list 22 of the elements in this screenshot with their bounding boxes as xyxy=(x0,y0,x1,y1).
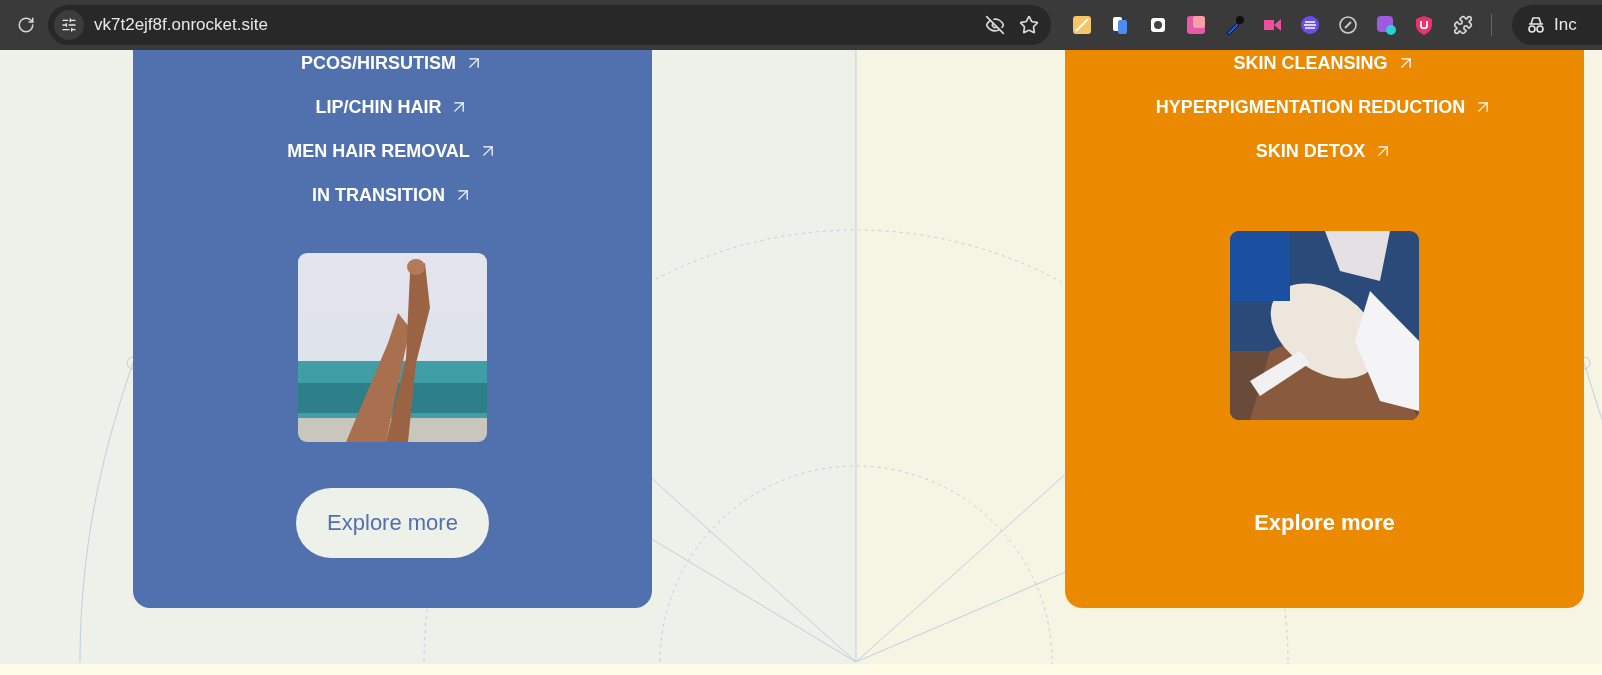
explore-more-button[interactable]: Explore more xyxy=(296,488,489,558)
address-bar[interactable]: vk7t2ejf8f.onrocket.site xyxy=(48,5,1051,45)
service-link[interactable]: SKIN DETOX xyxy=(1255,140,1394,162)
site-info-icon[interactable] xyxy=(54,10,84,40)
profile-button[interactable]: Inc xyxy=(1512,5,1602,45)
puzzle-icon[interactable] xyxy=(1451,13,1475,37)
service-link[interactable]: HYPERPIGMENTATION REDUCTION xyxy=(1155,96,1494,118)
service-link[interactable]: IN TRANSITION xyxy=(312,184,473,206)
explore-more-button[interactable]: Explore more xyxy=(1223,488,1426,558)
striped-circle-icon[interactable] xyxy=(1299,14,1321,36)
url-text: vk7t2ejf8f.onrocket.site xyxy=(94,15,269,35)
shield-icon[interactable] xyxy=(1413,14,1435,36)
service-link[interactable]: MEN HAIR REMOVAL xyxy=(287,140,498,162)
incognito-icon xyxy=(1526,16,1546,34)
eye-off-icon[interactable] xyxy=(983,13,1007,37)
app-icon[interactable] xyxy=(1375,14,1397,36)
service-link[interactable]: LIP/CHIN HAIR xyxy=(315,96,470,118)
service-link[interactable]: SKIN CLEANSING xyxy=(1233,52,1416,74)
service-link[interactable]: PCOS/HIRSUTISM xyxy=(301,52,484,74)
gradient-square-icon[interactable] xyxy=(1185,14,1207,36)
profile-label: Inc xyxy=(1554,15,1577,35)
notepad-icon[interactable] xyxy=(1071,14,1093,36)
